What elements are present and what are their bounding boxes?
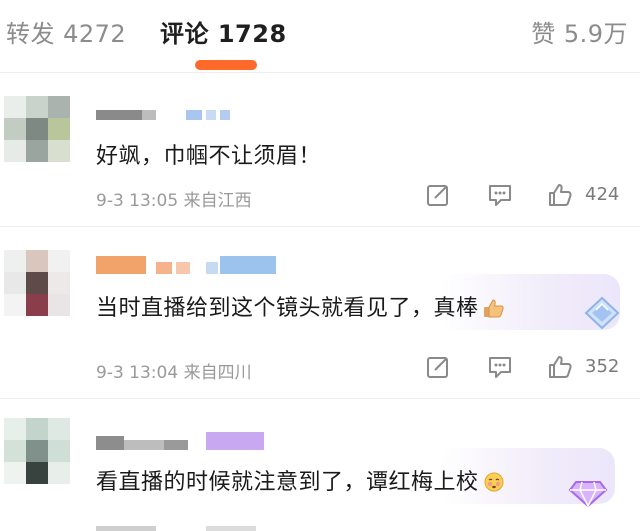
- reply-icon[interactable]: [487, 182, 513, 208]
- like-count: 424: [585, 184, 620, 205]
- username-obscured[interactable]: [96, 432, 276, 454]
- comment-divider: [0, 398, 640, 399]
- avatar[interactable]: [4, 96, 70, 162]
- active-tab-indicator: [195, 60, 257, 70]
- comment-time: 9-3 13:04: [96, 363, 179, 383]
- comment-text: 当时直播给到这个镜头就看见了，真棒: [96, 290, 505, 322]
- username-obscured[interactable]: [96, 104, 236, 126]
- thumbs-up-emoji: [483, 299, 504, 318]
- comment-meta: 9-3 13:05 来自江西: [96, 186, 252, 211]
- like-count: 352: [585, 356, 620, 377]
- comment-item: 当时直播给到这个镜头就看见了，真棒 9-3 13:04 来自四川 352: [0, 236, 640, 386]
- comment-divider: [0, 226, 640, 227]
- edit-icon[interactable]: [425, 354, 451, 380]
- comment-item: 好飒，巾帼不让须眉！ 9-3 13:05 来自江西 424: [0, 90, 640, 220]
- comment-location: 来自江西: [183, 191, 252, 211]
- comment-tabs: 转发 4272 评论 1728 赞 5.9万: [0, 0, 640, 70]
- gem-badge-icon: [568, 481, 608, 508]
- next-row-obscured: [96, 522, 296, 531]
- comment-actions: 352: [425, 354, 630, 384]
- comment-text: 看直播的时候就注意到了，谭红梅上校: [96, 464, 505, 496]
- reply-icon[interactable]: [487, 354, 513, 380]
- comment-item: 看直播的时候就注意到了，谭红梅上校: [0, 410, 640, 531]
- edit-icon[interactable]: [425, 182, 451, 208]
- avatar[interactable]: [4, 250, 70, 316]
- diamond-badge-icon: [584, 296, 620, 330]
- like-icon[interactable]: [547, 182, 573, 208]
- tabs-divider: [0, 72, 640, 73]
- tab-comments[interactable]: 评论 1728: [160, 14, 287, 49]
- tab-reposts[interactable]: 转发 4272: [6, 14, 126, 49]
- shy-face-emoji: [484, 472, 504, 492]
- username-obscured[interactable]: [96, 254, 286, 276]
- comment-time: 9-3 13:05: [96, 191, 179, 211]
- comment-meta: 9-3 13:04 来自四川: [96, 358, 252, 383]
- comment-actions: 424: [425, 182, 630, 212]
- comment-location: 来自四川: [183, 363, 252, 383]
- avatar[interactable]: [4, 418, 70, 484]
- comment-text: 好飒，巾帼不让须眉！: [96, 144, 322, 169]
- like-icon[interactable]: [547, 354, 573, 380]
- tab-likes[interactable]: 赞 5.9万: [531, 14, 628, 49]
